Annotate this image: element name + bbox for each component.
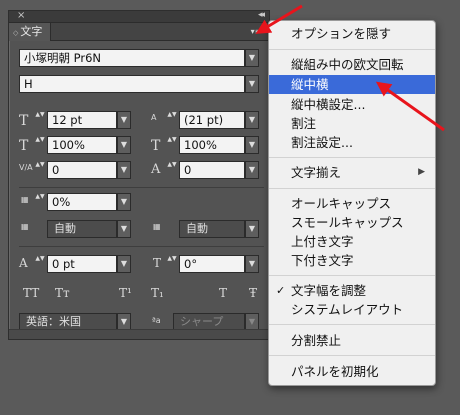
arrow-to-tate-chu-yoko <box>375 81 445 132</box>
annotation-arrows <box>255 4 445 132</box>
arrow-to-menu-button <box>255 4 303 34</box>
